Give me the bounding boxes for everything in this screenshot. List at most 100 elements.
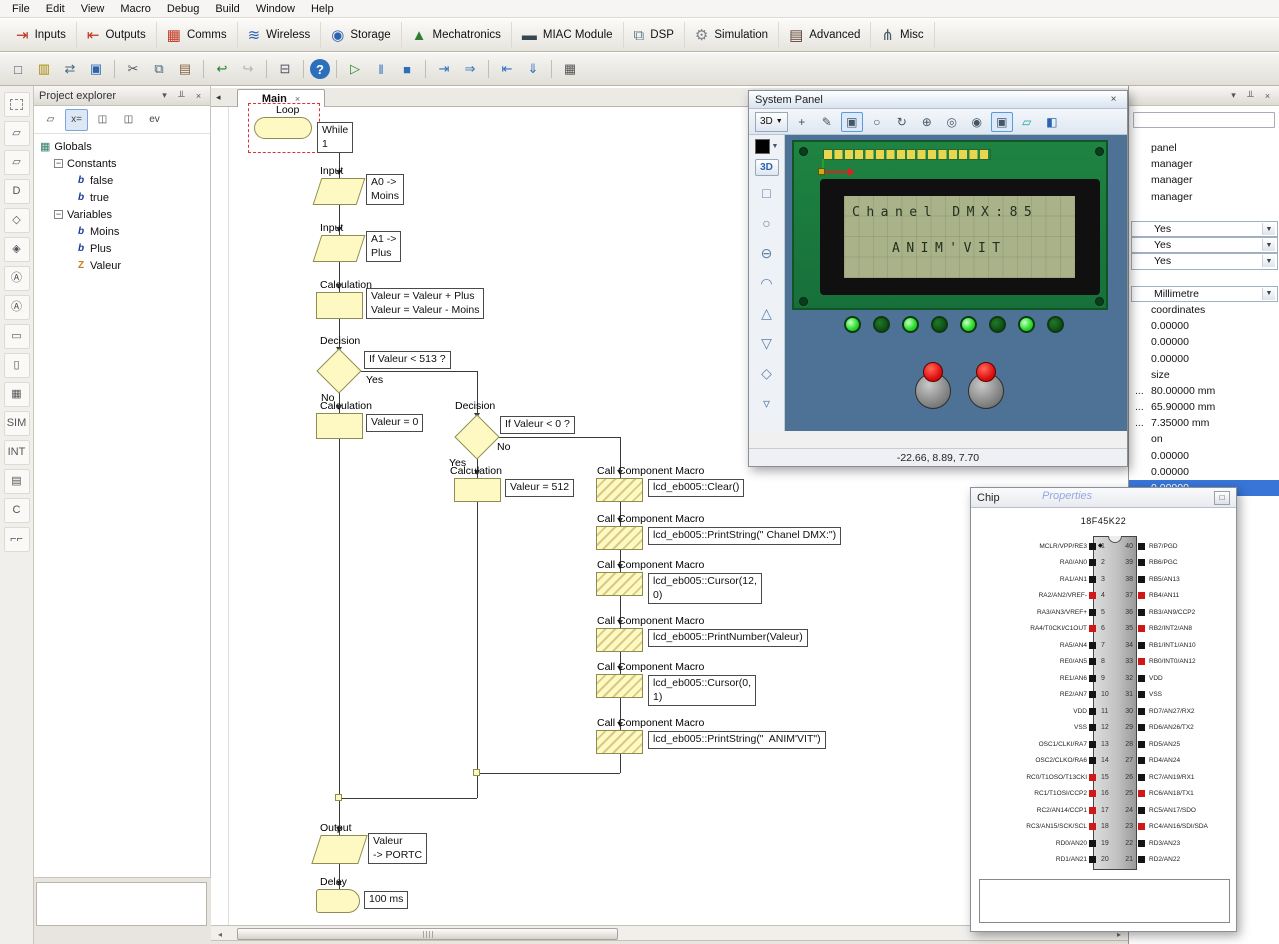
copy-icon[interactable]: ⧉ [147, 57, 171, 81]
import-icon[interactable]: ⇄ [58, 57, 82, 81]
tree-group-constants[interactable]: − Constants [34, 155, 210, 172]
cube-icon[interactable]: ◧ [1041, 112, 1063, 132]
pyramid-shape-icon[interactable]: ▿ [754, 391, 780, 415]
menu-item[interactable]: Help [303, 1, 342, 17]
tree-item-moins[interactable]: b Moins [34, 223, 210, 240]
flow-node-calculation-2-text[interactable]: Valeur = 0 [366, 414, 424, 432]
flow-node-macro-6-text[interactable]: lcd_eb005::PrintString(" ANIM'VIT") [648, 731, 826, 749]
sphere-shape-icon[interactable]: ○ [754, 211, 780, 235]
property-row[interactable]: manager ▼ [1129, 189, 1279, 205]
tab-close-icon[interactable]: × [295, 94, 300, 104]
component-toolbar-group[interactable]: ▲ Mechatronics [402, 22, 512, 48]
menu-item[interactable]: Window [248, 1, 303, 17]
flow-node-output[interactable] [311, 835, 368, 864]
loop-tool-icon[interactable]: ▭ [3, 324, 30, 349]
scrollbar-thumb[interactable] [237, 928, 618, 940]
print-icon[interactable]: ⊟ [273, 57, 297, 81]
property-row[interactable]: manager ▼ [1129, 156, 1279, 172]
push-button-2-cap[interactable] [976, 362, 996, 382]
axis-origin[interactable] [818, 168, 825, 175]
menu-item[interactable]: Build [207, 1, 247, 17]
flow-node-decision-2-text[interactable]: If Valeur < 0 ? [500, 416, 575, 434]
property-row[interactable]: 0.00000 ▼ [1129, 334, 1279, 350]
tab-scroll-left-icon[interactable]: ◂ [216, 92, 221, 103]
push-button-1-cap[interactable] [923, 362, 943, 382]
select-box-icon[interactable]: ▣ [840, 111, 863, 132]
save-icon[interactable]: ▣ [84, 57, 108, 81]
pin-icon[interactable]: ╨ [1244, 89, 1257, 102]
flow-node-loop[interactable] [254, 117, 312, 139]
properties-panel-header[interactable]: ▾ ╨ × [1129, 86, 1279, 106]
flow-node-calculation-3-text[interactable]: Valeur = 512 [505, 479, 575, 497]
scroll-left-icon[interactable]: ◂ [213, 928, 227, 940]
flow-node-macro-3[interactable] [596, 572, 643, 596]
flow-node-macro-4[interactable] [596, 628, 643, 652]
chevron-down-icon[interactable]: ▼ [1262, 255, 1275, 268]
project-explorer-header[interactable]: Project explorer ▾ ╨ × [34, 86, 210, 106]
redo-icon[interactable]: ↪ [236, 57, 260, 81]
cone-down-shape-icon[interactable]: ▽ [754, 331, 780, 355]
cone-shape-icon[interactable]: △ [754, 301, 780, 325]
flow-node-macro-1[interactable] [596, 478, 643, 502]
step-over-icon[interactable]: ⇒ [458, 57, 482, 81]
component-toolbar-group[interactable]: ⇤ Outputs [77, 22, 157, 48]
menu-item[interactable]: Edit [38, 1, 73, 17]
step-into-icon[interactable]: ⇥ [432, 57, 456, 81]
property-row[interactable]: size ▼ [1129, 367, 1279, 383]
connection-b-icon[interactable]: Ⓐ [3, 295, 30, 320]
flow-node-macro-3-text[interactable]: lcd_eb005::Cursor(12, 0) [648, 573, 762, 605]
interrupt-tool-icon[interactable]: INT [3, 440, 30, 465]
3d-mode-button[interactable]: 3D [754, 159, 779, 176]
flow-node-macro-1-text[interactable]: lcd_eb005::Clear() [648, 479, 745, 497]
run-icon[interactable]: ▷ [343, 57, 367, 81]
close-icon[interactable]: × [1261, 89, 1274, 102]
cube-shape-icon[interactable]: □ [754, 181, 780, 205]
property-row[interactable]: Yes ▼ [1131, 253, 1278, 270]
component-toolbar-group[interactable]: ≋ Wireless [238, 22, 322, 48]
property-row[interactable]: ... 80.00000 mm ▼ [1129, 383, 1279, 399]
flow-connection-point[interactable] [335, 794, 342, 801]
code-tool-icon[interactable]: ▤ [3, 469, 30, 494]
lcd-board[interactable]: Chanel DMX:85 ANIM'VIT [792, 140, 1108, 310]
tree-item-false[interactable]: b false [34, 172, 210, 189]
ellipse-shape-icon[interactable]: ⊖ [754, 241, 780, 265]
chevron-down-icon[interactable]: ▼ [1262, 287, 1275, 300]
macro-tool-icon[interactable]: ▯ [3, 353, 30, 378]
component-macro-tool-icon[interactable]: ▦ [3, 382, 30, 407]
pe-macros-icon[interactable]: ◫ [91, 109, 114, 131]
property-row[interactable]: Yes ▼ [1131, 220, 1278, 238]
chevron-down-icon[interactable]: ▾ [1227, 89, 1240, 102]
tree-group-variables[interactable]: − Variables [34, 206, 210, 223]
flow-node-macro-6[interactable] [596, 730, 643, 754]
property-row[interactable]: Millimetre ▼ [1131, 285, 1278, 302]
step-out-icon[interactable]: ⇤ [495, 57, 519, 81]
collapse-icon[interactable]: − [54, 159, 63, 168]
new-file-icon[interactable]: □ [6, 57, 30, 81]
pe-variables-icon[interactable]: x= [65, 108, 88, 131]
chevron-down-icon[interactable]: ▼ [772, 143, 779, 150]
component-toolbar-group[interactable]: ⋔ Misc [871, 22, 935, 48]
pin-icon[interactable]: ╨ [175, 89, 188, 102]
flow-node-input-1[interactable] [312, 178, 366, 205]
menu-item[interactable]: Macro [112, 1, 159, 17]
rotate-icon[interactable]: ○ [866, 112, 888, 132]
selection-tool-icon[interactable] [3, 92, 30, 117]
tree-item-true[interactable]: b true [34, 189, 210, 206]
comment-tool-icon[interactable]: ⌐⌐ [3, 527, 30, 552]
plane-icon[interactable]: ▱ [1016, 112, 1038, 132]
flow-node-macro-2[interactable] [596, 526, 643, 550]
menu-item[interactable]: View [73, 1, 113, 17]
collapse-icon[interactable]: − [54, 210, 63, 219]
property-row[interactable]: ... 65.90000 mm ▼ [1129, 399, 1279, 415]
component-toolbar-group[interactable]: ⧉ DSP [624, 22, 685, 48]
pe-events-icon[interactable]: ev [143, 109, 166, 131]
chevron-down-icon[interactable]: ▼ [1262, 223, 1275, 236]
flow-node-decision-1-text[interactable]: If Valeur < 513 ? [364, 351, 451, 369]
pencil-icon[interactable]: ✎ [816, 112, 838, 132]
system-panel-title-bar[interactable]: System Panel × [749, 91, 1127, 109]
property-row[interactable]: Yes ▼ [1131, 237, 1278, 254]
property-row[interactable]: 0.00000 ▼ [1129, 464, 1279, 480]
help-icon[interactable]: ? [310, 59, 330, 79]
property-row[interactable]: coordinates ▼ [1129, 302, 1279, 318]
pe-component-icon[interactable]: ▱ [39, 109, 62, 131]
